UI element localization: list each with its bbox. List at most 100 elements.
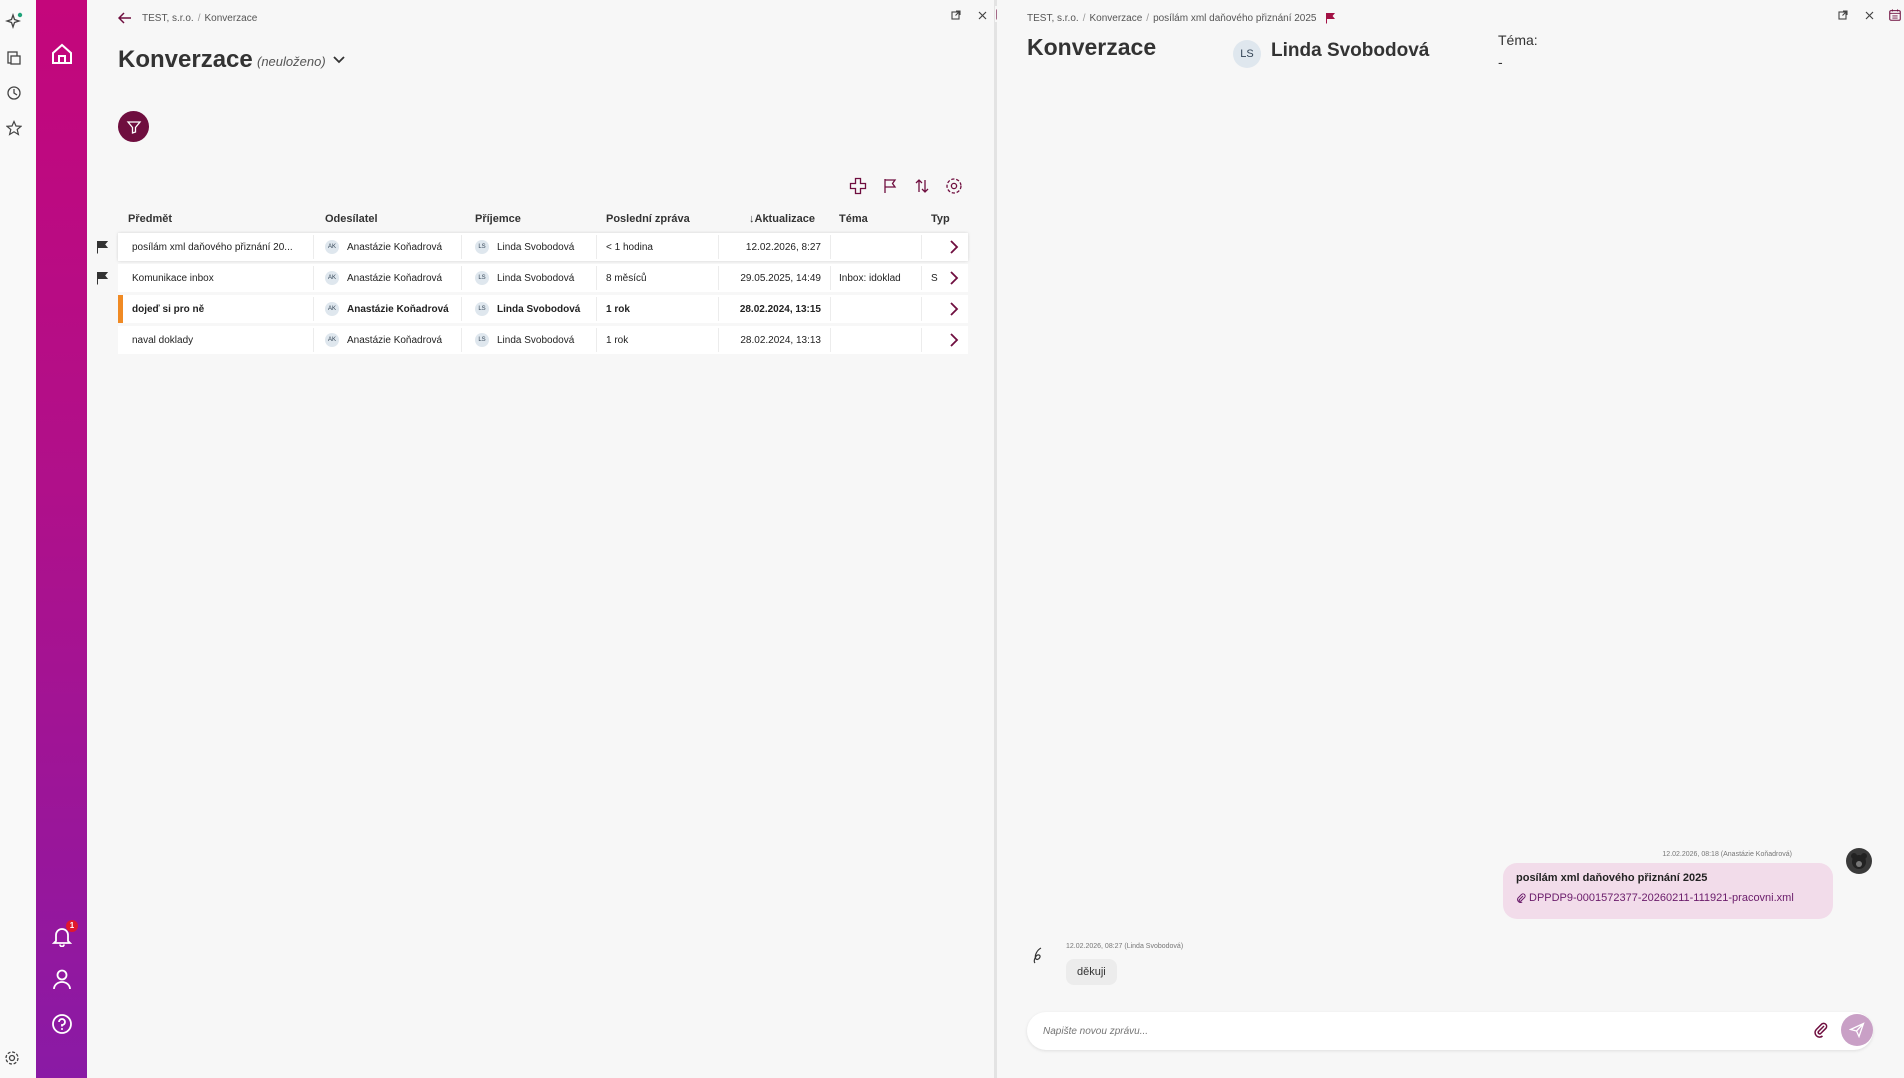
row-topic bbox=[839, 326, 919, 354]
column-header-topic[interactable]: Téma bbox=[839, 213, 868, 225]
breadcrumb-konverzace[interactable]: Konverzace bbox=[1089, 13, 1142, 24]
calendar-icon[interactable] bbox=[1888, 8, 1902, 22]
breadcrumb-separator: / bbox=[1146, 12, 1150, 24]
row-recipient: LS Linda Svobodová bbox=[475, 233, 595, 261]
row-type bbox=[931, 295, 941, 323]
send-icon bbox=[1849, 1022, 1865, 1038]
row-subject: dojeď si pro ně bbox=[132, 303, 205, 315]
favorites-star-icon[interactable] bbox=[4, 118, 24, 138]
table-header: Předmět Odesílatel Příjemce Poslední zpr… bbox=[118, 213, 968, 229]
row-updated: 12.02.2026, 8:27 bbox=[745, 241, 821, 253]
row-flag-icon[interactable] bbox=[96, 271, 108, 285]
page-title: Konverzace bbox=[118, 46, 253, 73]
table-row[interactable]: dojeď si pro ně AK Anastázie Koňadrová LS… bbox=[118, 295, 968, 323]
ai-sparkle-icon[interactable] bbox=[4, 11, 24, 31]
app-rail bbox=[0, 0, 36, 1078]
avatar: LS bbox=[475, 271, 489, 285]
topic-value: - bbox=[1498, 54, 1503, 70]
history-icon[interactable] bbox=[4, 83, 24, 103]
pane-controls bbox=[949, 8, 989, 22]
signature-avatar-icon bbox=[1027, 944, 1049, 966]
row-sender: AK Anastázie Koňadrová bbox=[325, 264, 465, 292]
avatar: LS bbox=[475, 333, 489, 347]
row-flag-icon[interactable] bbox=[96, 240, 108, 254]
compose-bar bbox=[1027, 1012, 1873, 1050]
row-last-message: 1 rok bbox=[606, 303, 630, 315]
avatar: LS bbox=[1233, 40, 1261, 68]
avatar: AK bbox=[325, 302, 339, 316]
help-icon[interactable] bbox=[36, 1004, 87, 1044]
row-sender: AK Anastázie Koňadrová bbox=[325, 233, 465, 261]
row-recipient: LS Linda Svobodová bbox=[475, 264, 595, 292]
topic-label: Téma: bbox=[1498, 32, 1538, 48]
open-external-icon[interactable] bbox=[1836, 8, 1850, 22]
column-header-recipient[interactable]: Příjemce bbox=[475, 213, 521, 225]
documents-icon[interactable] bbox=[4, 48, 24, 68]
close-pane-icon[interactable] bbox=[975, 8, 989, 22]
filter-button[interactable] bbox=[118, 111, 149, 142]
table-row[interactable]: naval doklady AK Anastázie Koňadrová LS Li… bbox=[118, 326, 968, 354]
settings-gear-icon[interactable] bbox=[2, 1048, 22, 1068]
avatar: AK bbox=[325, 271, 339, 285]
row-recipient: LS Linda Svobodová bbox=[475, 295, 595, 323]
filter-funnel-icon bbox=[126, 120, 141, 134]
add-conversation-plus-icon[interactable] bbox=[848, 176, 868, 196]
table-settings-gear-icon[interactable] bbox=[944, 176, 964, 196]
user-profile-icon[interactable] bbox=[36, 959, 87, 999]
row-last-message: < 1 hodina bbox=[606, 241, 653, 253]
notifications-bell-icon[interactable]: 1 bbox=[36, 916, 87, 956]
chevron-right-icon[interactable] bbox=[946, 332, 962, 348]
back-arrow-icon[interactable] bbox=[118, 12, 132, 24]
row-subject: Komunikace inbox bbox=[132, 272, 214, 284]
column-header-updated[interactable]: ↓Aktualizace bbox=[749, 213, 815, 225]
chevron-right-icon[interactable] bbox=[946, 301, 962, 317]
attach-paperclip-icon[interactable] bbox=[1813, 1022, 1831, 1040]
row-type: S bbox=[931, 272, 938, 284]
chevron-right-icon[interactable] bbox=[946, 239, 962, 255]
breadcrumb-conversation: posílám xml daňového přiznání 2025 bbox=[1153, 12, 1317, 24]
bear-avatar-icon bbox=[1846, 848, 1872, 874]
row-updated: 28.02.2024, 13:13 bbox=[740, 334, 821, 346]
breadcrumb-company[interactable]: TEST, s.r.o. bbox=[1027, 13, 1079, 24]
row-subject: naval doklady bbox=[132, 334, 194, 346]
contact-name[interactable]: Linda Svobodová bbox=[1271, 40, 1429, 62]
message-input[interactable] bbox=[1043, 1022, 1803, 1040]
chevron-right-icon[interactable] bbox=[946, 270, 962, 286]
column-header-last-message[interactable]: Poslední zpráva bbox=[606, 213, 690, 225]
sort-icon[interactable] bbox=[912, 176, 932, 196]
row-topic bbox=[839, 295, 919, 323]
message-bubble-outgoing: posílám xml daňového přiznání 2025 DPPDP… bbox=[1503, 863, 1833, 919]
flag-filter-icon[interactable] bbox=[880, 176, 900, 196]
attachment-link[interactable]: DPPDP9-0001572377-20260211-111921-pracov… bbox=[1516, 892, 1820, 904]
view-dropdown-chevron-icon[interactable] bbox=[332, 55, 346, 65]
column-header-subject[interactable]: Předmět bbox=[128, 213, 172, 225]
row-topic: Inbox: idoklad bbox=[839, 272, 901, 284]
row-sender: AK Anastázie Koňadrová bbox=[325, 326, 465, 354]
table-toolbar bbox=[848, 176, 964, 196]
close-pane-icon[interactable] bbox=[1862, 8, 1876, 22]
send-button[interactable] bbox=[1841, 1014, 1873, 1046]
conversation-detail-pane: TEST, s.r.o. / Konverzace / posílám xml … bbox=[997, 0, 1904, 1078]
flag-icon[interactable] bbox=[1325, 12, 1335, 24]
unread-accent-bar bbox=[118, 295, 123, 323]
breadcrumb: TEST, s.r.o. / Konverzace / posílám xml … bbox=[1027, 12, 1335, 24]
home-icon[interactable] bbox=[36, 34, 87, 74]
row-topic bbox=[839, 233, 919, 261]
breadcrumb-konverzace[interactable]: Konverzace bbox=[204, 13, 257, 24]
breadcrumb-company[interactable]: TEST, s.r.o. bbox=[142, 13, 194, 24]
row-recipient: LS Linda Svobodová bbox=[475, 326, 595, 354]
table-row[interactable]: Komunikace inbox AK Anastázie Koňadrová L… bbox=[118, 264, 968, 292]
main-sidebar: 1 bbox=[36, 0, 87, 1078]
row-updated: 29.05.2025, 14:49 bbox=[740, 272, 821, 284]
message-meta: 12.02.2026, 08:18 (Anastázie Koňadrová) bbox=[1662, 851, 1792, 858]
message-text: posílám xml daňového přiznání 2025 bbox=[1516, 872, 1708, 884]
open-external-icon[interactable] bbox=[949, 8, 963, 22]
row-last-message: 8 měsíců bbox=[606, 272, 647, 284]
column-header-type[interactable]: Typ bbox=[931, 213, 950, 225]
row-type bbox=[931, 326, 941, 354]
avatar: AK bbox=[325, 240, 339, 254]
row-subject: posílám xml daňového přiznání 20... bbox=[132, 241, 293, 253]
notification-count-badge: 1 bbox=[66, 920, 78, 932]
column-header-sender[interactable]: Odesílatel bbox=[325, 213, 378, 225]
table-row[interactable]: posílám xml daňového přiznání 20... AK An… bbox=[118, 233, 968, 261]
